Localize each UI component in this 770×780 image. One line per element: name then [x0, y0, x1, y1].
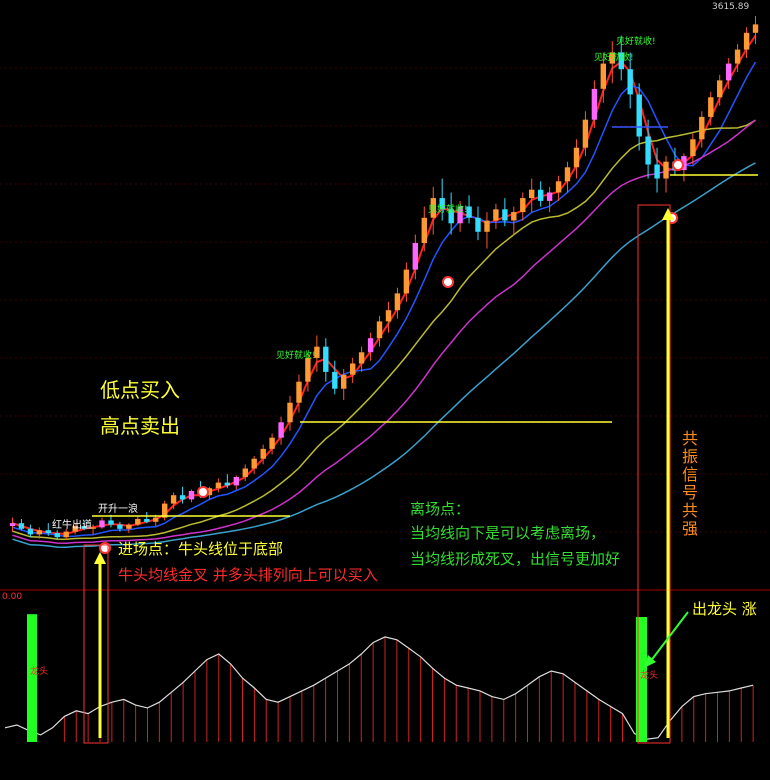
candle-body [743, 32, 750, 50]
candle-body [144, 519, 150, 522]
candle-body [117, 524, 123, 529]
candle-body [54, 533, 60, 538]
buy-marker [672, 159, 684, 171]
candle-body [170, 495, 177, 504]
candle-body [591, 88, 598, 120]
candle-body [564, 167, 571, 182]
candle-body [582, 119, 589, 148]
candle-body [734, 49, 741, 64]
candle-body [296, 381, 302, 403]
candle-body [233, 477, 239, 486]
candle-body [600, 63, 606, 89]
indicator-label-right: 龙头 [640, 671, 659, 681]
resonance-label: 共振信号共强 [679, 430, 698, 538]
ma-red-line [12, 35, 757, 535]
candle-body [529, 189, 535, 199]
candle-body [502, 209, 508, 221]
signal-levels [92, 126, 758, 554]
candle-body [99, 520, 105, 528]
dragon-head-bar [27, 614, 37, 742]
candle-body [708, 97, 714, 117]
candle-body [421, 217, 427, 243]
candle-body [367, 338, 374, 353]
indicator-scale-label: 0.00 [2, 592, 23, 602]
candle-body [188, 491, 195, 500]
candle-body [341, 374, 347, 389]
candle-body [394, 293, 401, 311]
candle-body [332, 371, 338, 389]
candle-body [358, 352, 365, 364]
signal-label-2: 见好就收! [428, 205, 468, 215]
dragon-head-label: 出龙头 涨 [692, 600, 757, 618]
candle-body [224, 482, 230, 486]
candle-body [108, 520, 114, 525]
candle-body [636, 94, 642, 137]
candle-body [260, 448, 266, 459]
candle-body [45, 530, 51, 533]
entry-desc: 牛头均线金叉 并多头排列向上可以买入 [118, 566, 378, 584]
candle-body [403, 269, 410, 294]
candle-body [412, 243, 418, 270]
candlesticks [9, 16, 759, 540]
candle-body [153, 517, 159, 522]
exit-desc-2: 当均线形成死叉，出信号更加好 [410, 550, 621, 568]
candle-body [538, 189, 544, 201]
candle-body [376, 321, 383, 339]
candle-body [726, 63, 732, 81]
candle-body [179, 495, 186, 500]
candle-body [475, 217, 481, 232]
buy-marker [197, 486, 209, 498]
candle-body [511, 212, 517, 221]
candle-body [350, 363, 356, 375]
signal-arrows [94, 208, 689, 738]
price-max-label: 3615.89 [712, 2, 750, 12]
kick-off-label: 开升一浪 [98, 504, 138, 515]
candle-body [493, 209, 499, 221]
candle-body [645, 136, 651, 165]
candle-body [242, 468, 248, 477]
candle-body [654, 164, 660, 179]
candle-body [627, 69, 633, 95]
signal-label-1: 见好就收! [276, 351, 316, 361]
candle-body [287, 402, 293, 423]
exit-desc-1: 当均线向下是可以考虑离场， [410, 524, 606, 542]
indicator-label-left: 龙头 [30, 667, 49, 677]
candle-body [690, 139, 696, 157]
candle-body [278, 422, 284, 438]
candle-body [9, 523, 16, 526]
candle-body [484, 220, 490, 232]
candle-body [18, 523, 25, 529]
signal-label-4: 见好就收! [616, 37, 656, 47]
candle-body [63, 531, 69, 538]
candle-body [663, 161, 669, 179]
entry-title: 进场点：牛头线位于底部 [118, 540, 284, 558]
ma-blue-line [12, 61, 757, 538]
candle-body [323, 346, 329, 372]
candle-body [546, 192, 553, 201]
candle-body [36, 530, 42, 535]
candle-body [215, 482, 222, 489]
strategy-sell-label: 高点卖出 [100, 414, 180, 438]
candle-body [385, 310, 392, 322]
red-bull-label: 红牛出道 [52, 520, 92, 531]
candle-body [27, 528, 34, 535]
candle-body [717, 80, 723, 98]
candle-body [555, 181, 562, 193]
candle-body [126, 524, 132, 529]
candle-body [305, 357, 311, 382]
exit-title: 离场点： [410, 500, 471, 518]
candle-body [573, 147, 580, 168]
candle-body [699, 116, 705, 140]
buy-marker [442, 276, 454, 288]
strategy-buy-label: 低点买入 [100, 378, 180, 402]
candle-body [135, 519, 141, 525]
signal-label-3: 见好就收! [594, 53, 634, 63]
candle-body [520, 198, 526, 213]
candle-body [269, 437, 275, 449]
moving-averages [12, 35, 757, 548]
candle-body [251, 458, 257, 469]
candle-body [752, 24, 759, 33]
